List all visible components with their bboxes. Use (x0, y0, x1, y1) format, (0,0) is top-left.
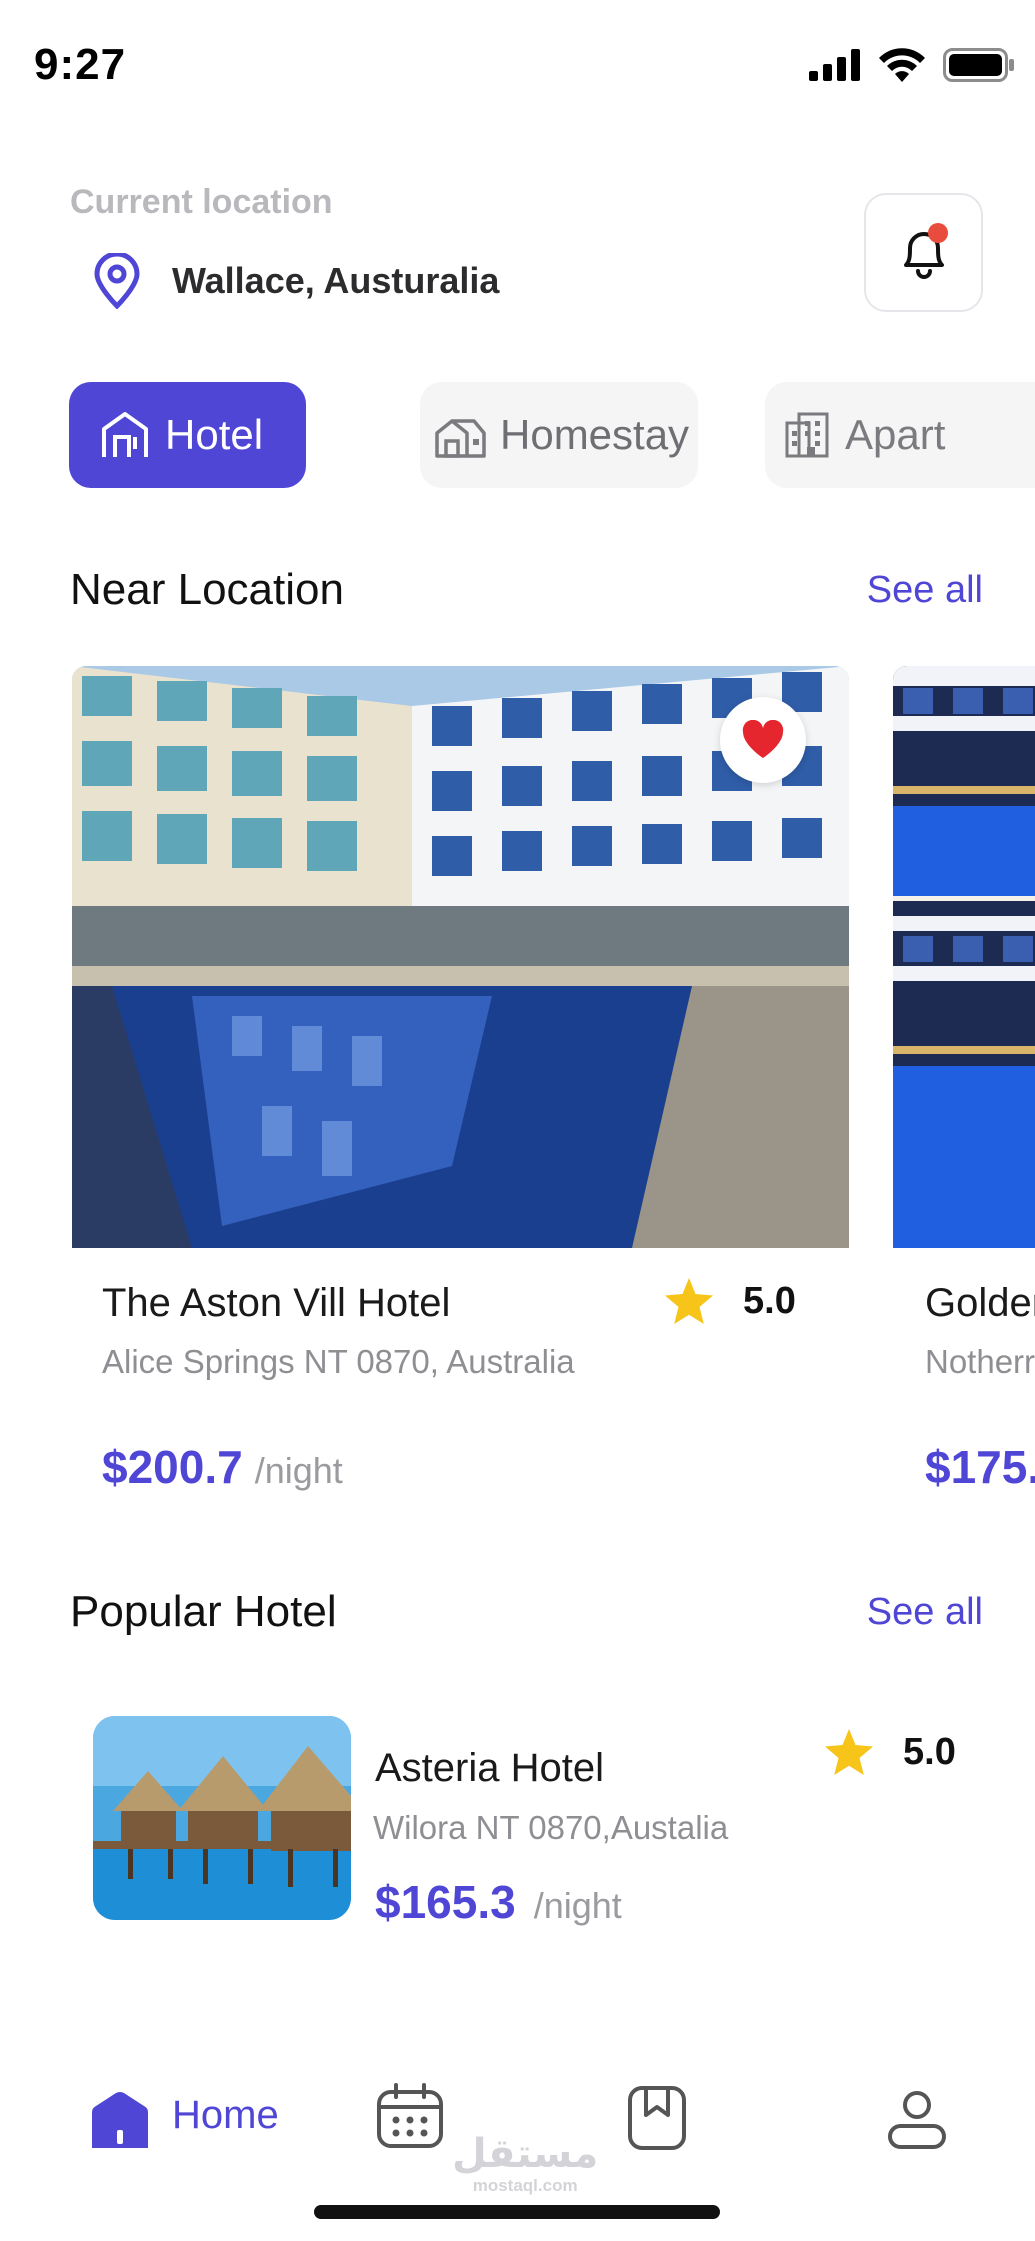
star-icon (665, 1278, 713, 1324)
category-hotel[interactable]: Hotel (69, 382, 306, 488)
popular-hotel-address: Wilora NT 0870,Austalia (373, 1809, 729, 1846)
bookmark-icon (628, 2086, 686, 2150)
popular-hotel-rating: 5.0 (823, 1727, 956, 1777)
category-homestay-label: Homestay (500, 411, 690, 458)
status-icons (809, 48, 1015, 82)
near-location-title: Near Location (70, 565, 344, 614)
home-indicator (314, 2205, 720, 2219)
hotel-card-price-unit: /night (254, 1450, 343, 1491)
location-name: Wallace, Austuralia (172, 260, 500, 301)
popular-hotel-image[interactable] (93, 1716, 351, 1920)
hotel-card-address: Alice Springs NT 0870, Australia (102, 1343, 575, 1380)
popular-hotel-price-value: $165.3 (375, 1876, 516, 1928)
calendar-icon (377, 2083, 443, 2148)
homestay-icon (435, 419, 486, 458)
near-location-see-all[interactable]: See all (867, 569, 983, 612)
nav-bookmark[interactable] (627, 2085, 687, 2156)
popular-hotel-price: $165.3 /night (375, 1875, 622, 1929)
hotel-card-rating-value: 5.0 (743, 1279, 796, 1322)
nav-home[interactable] (88, 2090, 152, 2157)
popular-hotel-see-all[interactable]: See all (867, 1591, 983, 1634)
hotel-card-2-address: Notherr (925, 1343, 1035, 1380)
hotel-card-2-image[interactable] (893, 666, 1035, 1248)
overwater-bungalows-image (93, 1716, 351, 1920)
category-apart-label: Apart (845, 411, 946, 458)
notification-dot (927, 222, 948, 243)
popular-hotel-rating-value: 5.0 (903, 1730, 956, 1773)
wifi-icon (879, 48, 925, 82)
hotel-night-pool-image (893, 666, 1035, 1248)
bell-icon (903, 222, 948, 279)
location-selector[interactable]: Wallace, Austuralia (92, 253, 499, 309)
star-icon (825, 1729, 873, 1775)
nav-profile[interactable] (887, 2090, 947, 2155)
current-location-label: Current location (70, 183, 333, 221)
nav-home-label[interactable]: Home (172, 2093, 279, 2138)
popular-hotel-title: Popular Hotel (70, 1587, 337, 1636)
category-homestay[interactable]: Homestay (420, 382, 698, 488)
hotel-card-2-name: Golder (925, 1281, 1035, 1325)
notification-button[interactable] (864, 193, 983, 312)
heart-icon (742, 720, 784, 758)
status-time: 9:27 (34, 40, 127, 89)
nav-calendar[interactable] (376, 2083, 444, 2154)
location-pin-icon (94, 253, 140, 309)
watermark-arabic: مستقل (452, 2132, 599, 2176)
battery-icon (943, 48, 1014, 82)
favorite-button[interactable] (720, 697, 806, 783)
hotel-card-2-price: $175. (925, 1441, 1035, 1493)
popular-hotel-name: Asteria Hotel (375, 1746, 604, 1790)
hotel-card-rating: 5.0 (663, 1276, 796, 1326)
apartment-icon (785, 412, 829, 458)
hotel-card-name: The Aston Vill Hotel (102, 1281, 451, 1325)
home-icon (92, 2092, 148, 2148)
popular-hotel-price-unit: /night (533, 1885, 622, 1926)
category-hotel-label: Hotel (165, 411, 264, 458)
cellular-signal-icon (809, 49, 860, 81)
watermark: مستقل mostaql.com (452, 2132, 598, 2196)
profile-icon (888, 2091, 946, 2149)
hotel-card-price: $200.7 /night (102, 1440, 343, 1494)
hotel-icon (102, 412, 148, 457)
category-apart[interactable]: Apart (765, 382, 1035, 488)
watermark-latin: mostaql.com (472, 2176, 578, 2195)
hotel-card-price-value: $200.7 (102, 1441, 243, 1493)
